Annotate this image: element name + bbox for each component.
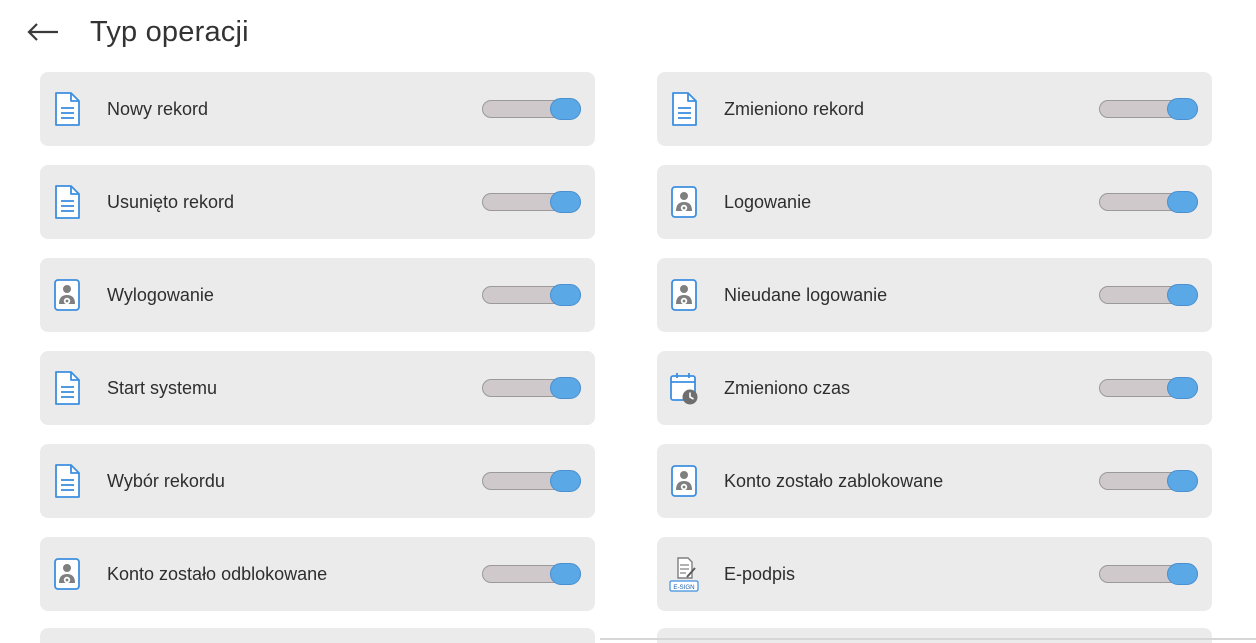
toggle-knob <box>550 191 581 213</box>
arrow-left-icon <box>27 23 58 41</box>
toggle-knob <box>1167 377 1198 399</box>
document-icon <box>52 91 82 127</box>
list-item-label: Nowy rekord <box>107 99 209 119</box>
user-settings-icon <box>669 463 699 499</box>
toggle-switch[interactable] <box>482 191 582 213</box>
list-item-label: Start systemu <box>107 378 218 398</box>
list-item-label: Konto zostało zablokowane <box>724 471 944 491</box>
toggle-knob <box>550 377 581 399</box>
user-settings-icon <box>669 277 699 313</box>
list-item-nieudane-logowanie[interactable]: Nieudane logowanie <box>657 258 1212 332</box>
toggle-switch[interactable] <box>1099 563 1199 585</box>
toggle-switch[interactable] <box>482 284 582 306</box>
list-item-label: Zmieniono czas <box>724 378 851 398</box>
back-button[interactable] <box>20 9 66 55</box>
list-item-zmieniono-czas[interactable]: Zmieniono czas <box>657 351 1212 425</box>
toggle-switch[interactable] <box>1099 470 1199 492</box>
toggle-switch[interactable] <box>1099 191 1199 213</box>
page: Typ operacji Nowy rekord Zmieniono rekord… <box>0 0 1256 643</box>
document-icon <box>52 463 82 499</box>
toggle-knob <box>1167 98 1198 120</box>
list-item-start-systemu[interactable]: Start systemu <box>40 351 595 425</box>
toggle-switch[interactable] <box>482 98 582 120</box>
document-icon <box>669 91 699 127</box>
toggle-knob <box>1167 470 1198 492</box>
list-item-label: Konto zostało odblokowane <box>107 564 328 584</box>
toggle-knob <box>550 563 581 585</box>
toggle-knob <box>550 98 581 120</box>
list-item-wybór-rekordu[interactable]: Wybór rekordu <box>40 444 595 518</box>
list-item-label: E-podpis <box>724 564 796 584</box>
toggle-switch[interactable] <box>482 377 582 399</box>
toggle-switch[interactable] <box>482 563 582 585</box>
list-item-partial-left[interactable] <box>40 628 595 643</box>
toggle-switch[interactable] <box>1099 98 1199 120</box>
list-item-label: Wybór rekordu <box>107 471 225 491</box>
toggle-switch[interactable] <box>1099 377 1199 399</box>
list-item-label: Zmieniono rekord <box>724 99 865 119</box>
list-item-e-podpis[interactable]: E-SIGN E-podpis <box>657 537 1212 611</box>
page-title: Typ operacji <box>90 15 249 48</box>
list-item-nowy-rekord[interactable]: Nowy rekord <box>40 72 595 146</box>
list-item-usunięto-rekord[interactable]: Usunięto rekord <box>40 165 595 239</box>
toggle-switch[interactable] <box>482 470 582 492</box>
scroll-indicator <box>600 638 1256 640</box>
document-icon <box>52 370 82 406</box>
list-item-label: Logowanie <box>724 192 812 212</box>
header: Typ operacji <box>20 8 249 56</box>
user-settings-icon <box>52 277 82 313</box>
list-item-konto-zostało-zablokowane[interactable]: Konto zostało zablokowane <box>657 444 1212 518</box>
list-item-konto-zostało-odblokowane[interactable]: Konto zostało odblokowane <box>40 537 595 611</box>
e-sign-icon-text: E-SIGN <box>673 584 694 591</box>
list-item-partial-right[interactable] <box>657 628 1212 643</box>
list-item-label: Nieudane logowanie <box>724 285 888 305</box>
operation-type-list: Nowy rekord Zmieniono rekord Usunięto reko… <box>40 72 1212 611</box>
list-item-label: Usunięto rekord <box>107 192 235 212</box>
toggle-knob <box>550 284 581 306</box>
list-item-logowanie[interactable]: Logowanie <box>657 165 1212 239</box>
list-item-zmieniono-rekord[interactable]: Zmieniono rekord <box>657 72 1212 146</box>
list-item-wylogowanie[interactable]: Wylogowanie <box>40 258 595 332</box>
toggle-knob <box>1167 191 1198 213</box>
list-item-label: Wylogowanie <box>107 285 214 305</box>
toggle-knob <box>550 470 581 492</box>
document-icon <box>52 184 82 220</box>
e-sign-icon: E-SIGN <box>669 556 699 592</box>
user-settings-icon <box>52 556 82 592</box>
toggle-knob <box>1167 284 1198 306</box>
user-settings-icon <box>669 184 699 220</box>
toggle-knob <box>1167 563 1198 585</box>
toggle-switch[interactable] <box>1099 284 1199 306</box>
calendar-clock-icon <box>669 370 699 406</box>
